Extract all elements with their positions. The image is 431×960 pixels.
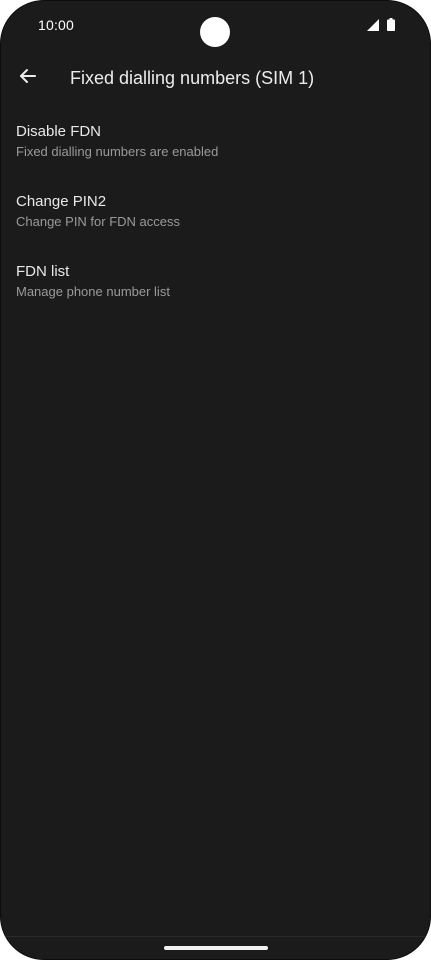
front-camera-cutout	[200, 17, 230, 47]
fdn-list-item[interactable]: FDN list Manage phone number list	[0, 250, 431, 320]
signal-icon	[367, 18, 379, 36]
arrow-back-icon	[19, 67, 37, 90]
nav-bar-divider	[0, 936, 431, 937]
pref-summary: Manage phone number list	[16, 284, 170, 299]
pref-summary: Change PIN for FDN access	[16, 214, 181, 229]
app-bar: Fixed dialling numbers (SIM 1)	[0, 56, 431, 100]
change-pin2-item[interactable]: Change PIN2 Change PIN for FDN access	[0, 180, 431, 250]
back-button[interactable]	[10, 60, 46, 96]
pref-title: Change PIN2	[16, 193, 107, 210]
fdn-settings-list: Disable FDN Fixed dialling numbers are e…	[0, 110, 431, 320]
pref-title: Disable FDN	[16, 123, 102, 140]
status-bar: 10:00	[0, 0, 431, 50]
pref-title: FDN list	[16, 263, 70, 280]
pref-summary: Fixed dialling numbers are enabled	[16, 144, 219, 159]
status-time: 10:00	[38, 17, 75, 33]
home-gesture-bar[interactable]	[164, 946, 268, 950]
disable-fdn-item[interactable]: Disable FDN Fixed dialling numbers are e…	[0, 110, 431, 180]
status-icons	[367, 18, 395, 36]
phone-screen: 10:00 Fixed dialling numbers (SIM 1) Dis…	[0, 0, 431, 960]
page-title: Fixed dialling numbers (SIM 1)	[70, 68, 315, 88]
battery-icon	[387, 18, 395, 36]
